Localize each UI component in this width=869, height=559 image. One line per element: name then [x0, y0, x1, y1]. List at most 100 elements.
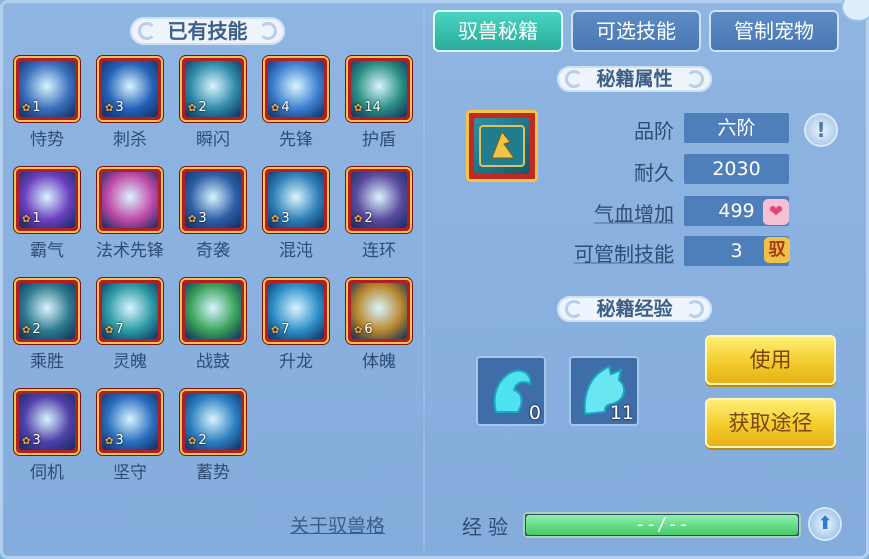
skill-cell[interactable]: ✿ 14 护盾 [336, 56, 416, 156]
skill-level-badge: ✿ 2 [354, 211, 373, 226]
paw-icon: ✿ [188, 214, 197, 225]
skill-icon-frame: ✿ 7 [263, 278, 329, 344]
skill-level: 3 [115, 100, 124, 115]
book-exp-title-pill: 秘籍经验 [557, 296, 712, 322]
skill-name: 体魄 [362, 352, 396, 372]
owned-skills-title-pill: 已有技能 [130, 17, 285, 45]
curl-ornament-right [259, 22, 277, 40]
skill-level: 3 [115, 433, 124, 448]
skill-level-badge: ✿ 3 [188, 211, 207, 226]
skill-level-badge: ✿ 6 [354, 322, 373, 337]
skill-level-badge: ✿ 3 [105, 100, 124, 115]
curl-ornament-left [565, 70, 583, 88]
skill-cell[interactable]: ✿ 3 坚守 [87, 389, 167, 489]
skill-cell[interactable]: ✿ 1 霸气 [4, 167, 84, 267]
skill-cell[interactable]: ✿ 4 先锋 [253, 56, 333, 156]
skill-cell[interactable]: ✿ 2 瞬闪 [170, 56, 250, 156]
exp-item-beast-head[interactable]: 0 [476, 356, 546, 426]
durability-label: 耐久 [634, 161, 674, 185]
skill-name: 战鼓 [196, 352, 230, 372]
skill-cell[interactable]: ✿ 3 伺机 [4, 389, 84, 489]
skill-level-badge: ✿ 7 [105, 322, 124, 337]
skill-icon-frame: ✿ 6 [346, 278, 412, 344]
secret-book-icon[interactable] [466, 110, 538, 182]
grade-label: 品阶 [634, 119, 674, 143]
book-emblem-icon [479, 125, 525, 167]
skill-icon-frame: ✿ 3 [97, 56, 163, 122]
paw-icon: ✿ [22, 436, 31, 447]
skill-level-badge: ✿ 1 [22, 100, 41, 115]
tab-beast-secret-book[interactable]: 驭兽秘籍 [433, 10, 563, 52]
skill-cell[interactable]: 战鼓 [170, 278, 250, 378]
skill-cell[interactable]: ✿ 7 升龙 [253, 278, 333, 378]
grade-value: 六阶 [684, 113, 789, 143]
skill-level-badge: ✿ 2 [22, 322, 41, 337]
skill-level-badge: ✿ 4 [271, 100, 290, 115]
paw-icon: ✿ [271, 103, 280, 114]
exp-progress-text: --/-- [634, 514, 690, 535]
exp-progress-bar: --/-- [523, 512, 801, 538]
tab-optional-skills[interactable]: 可选技能 [571, 10, 701, 52]
skill-name: 乘胜 [30, 352, 64, 372]
skill-cell[interactable]: ✿ 2 连环 [336, 167, 416, 267]
skill-level: 2 [32, 322, 41, 337]
info-icon[interactable]: ! [804, 113, 838, 147]
skill-zhangu-icon [185, 283, 241, 339]
skill-fashuxianfeng-icon [102, 172, 158, 228]
obtain-route-button[interactable]: 获取途径 [705, 398, 836, 448]
book-exp-title: 秘籍经验 [596, 298, 673, 320]
skill-cell[interactable]: ✿ 2 蓄势 [170, 389, 250, 489]
upgrade-arrow-icon[interactable]: ⬆ [810, 509, 840, 539]
skill-cell[interactable]: ✿ 3 奇袭 [170, 167, 250, 267]
paw-icon: ✿ [354, 325, 363, 336]
book-attrs-title-pill: 秘籍属性 [557, 66, 712, 92]
skill-cell[interactable]: ✿ 6 体魄 [336, 278, 416, 378]
skill-cell[interactable]: ✿ 3 混沌 [253, 167, 333, 267]
panel-divider [423, 10, 425, 550]
use-button[interactable]: 使用 [705, 335, 836, 385]
skill-icon-frame: ✿ 14 [346, 56, 412, 122]
skill-level: 2 [198, 100, 207, 115]
paw-icon: ✿ [354, 103, 363, 114]
skill-cell[interactable]: ✿ 1 恃势 [4, 56, 84, 156]
skill-cell[interactable]: 法术先锋 [87, 167, 167, 267]
skill-name: 坚守 [113, 463, 147, 483]
skill-level: 3 [198, 211, 207, 226]
skill-cell[interactable]: ✿ 7 灵魄 [87, 278, 167, 378]
curl-ornament-left [138, 22, 156, 40]
beast-control-icon: 驭 [764, 237, 790, 263]
skill-icon-frame: ✿ 7 [97, 278, 163, 344]
heart-icon: ❤ [763, 199, 789, 225]
paw-icon: ✿ [188, 436, 197, 447]
skill-level: 7 [281, 322, 290, 337]
skill-name: 先锋 [279, 130, 313, 150]
secret-book-window: 已有技能 ✿ 1 恃势 ✿ 3 刺杀 ✿ 2 瞬闪 ✿ 4 先锋 ✿ 14 护盾 ✿ 1 霸气 法术先锋 ✿ 3 奇袭 ✿ 3… [0, 0, 869, 559]
skill-icon-frame: ✿ 3 [14, 389, 80, 455]
skill-level-badge: ✿ 14 [354, 100, 381, 115]
skill-cell[interactable]: ✿ 3 刺杀 [87, 56, 167, 156]
skill-name: 法术先锋 [96, 241, 164, 261]
tab-controlled-pets[interactable]: 管制宠物 [709, 10, 839, 52]
paw-icon: ✿ [105, 325, 114, 336]
exp-item-dragon-head[interactable]: 11 [569, 356, 639, 426]
owned-skills-title: 已有技能 [167, 19, 248, 43]
skill-name: 奇袭 [196, 241, 230, 261]
skill-level-badge: ✿ 7 [271, 322, 290, 337]
hp-increase-label[interactable]: 气血增加 [534, 198, 674, 227]
skill-name: 瞬闪 [196, 130, 230, 150]
exp-item-count: 11 [609, 402, 634, 424]
paw-icon: ✿ [22, 103, 31, 114]
skill-icon-frame [180, 278, 246, 344]
skill-name: 灵魄 [113, 352, 147, 372]
skill-level: 2 [364, 211, 373, 226]
exp-item-count: 0 [528, 402, 541, 424]
skill-name: 升龙 [279, 352, 313, 372]
skill-name: 蓄势 [196, 463, 230, 483]
about-beast-grid-link[interactable]: 关于驭兽格 [290, 511, 385, 538]
skill-cell[interactable]: ✿ 2 乘胜 [4, 278, 84, 378]
close-button-corner[interactable] [841, 0, 869, 22]
skill-level-badge: ✿ 2 [188, 100, 207, 115]
skill-icon-frame: ✿ 3 [97, 389, 163, 455]
controllable-skills-label[interactable]: 可管制技能 [534, 238, 674, 267]
skill-icon-frame: ✿ 2 [180, 56, 246, 122]
